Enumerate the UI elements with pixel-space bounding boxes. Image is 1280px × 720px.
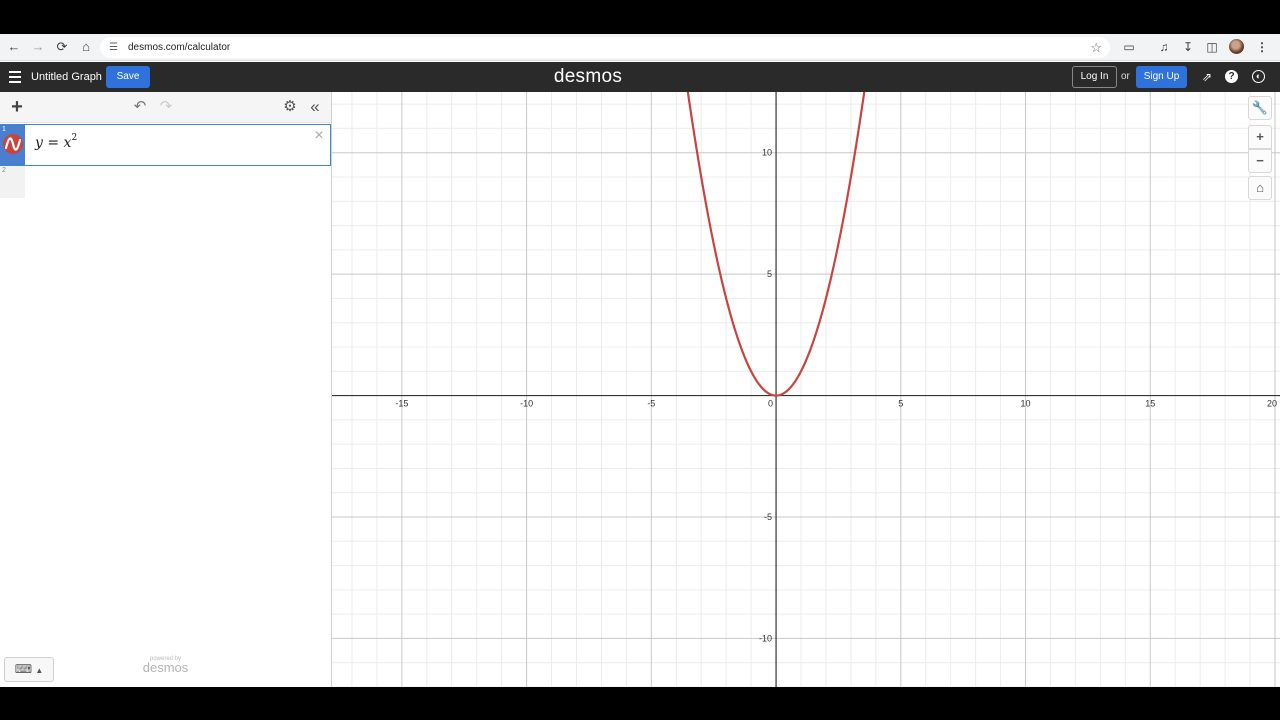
caret-up-icon: ▲ (35, 666, 44, 675)
undo-icon[interactable]: ↶ (132, 99, 148, 115)
x-tick-label: 20 (1267, 399, 1277, 409)
powered-by-desmos[interactable]: powered by desmos (138, 656, 193, 674)
address-bar[interactable]: ☰ desmos.com/calculator ☆ (100, 37, 1110, 58)
collapse-panel-icon[interactable]: « (307, 98, 323, 115)
forward-icon[interactable]: → (29, 38, 47, 56)
zoom-out-icon[interactable]: − (1248, 149, 1272, 173)
reload-icon[interactable]: ⟳ (53, 38, 71, 56)
x-tick-label: -10 (520, 399, 533, 409)
default-viewport-home-icon[interactable]: ⌂ (1248, 176, 1272, 200)
delete-expression-icon[interactable]: × (312, 128, 326, 144)
graph-title[interactable]: Untitled Graph (31, 62, 102, 92)
keyboard-toggle-button[interactable]: ⌨ ▲ (4, 657, 54, 682)
home-icon[interactable]: ⌂ (77, 38, 95, 56)
x-tick-label: -5 (647, 399, 655, 409)
expression-gutter: 2 (0, 166, 25, 198)
screen-frame: ← → ⟳ ⌂ ☰ desmos.com/calculator ☆ ▭ ♫ ↧ … (0, 34, 1280, 687)
help-icon[interactable]: ? (1225, 70, 1238, 83)
add-item-icon[interactable]: + (8, 97, 26, 117)
language-globe-icon[interactable]: ◐ (1252, 70, 1265, 83)
redo-icon[interactable]: ↷ (158, 99, 174, 115)
graph-area[interactable]: -15 -10 -5 0 5 10 15 20 10 5 -5 -10 🔧 + − ⌂ (332, 91, 1280, 687)
expression-panel: + ↶ ↷ ⚙ « 1 y = x2 × 2 ⌨ ▲ powered by de… (0, 92, 332, 687)
share-icon[interactable]: ⇗ (1199, 69, 1215, 85)
x-tick-label: -15 (395, 399, 408, 409)
expression-exponent: 2 (71, 133, 78, 143)
desmos-logo: desmos (553, 66, 623, 87)
download-icon[interactable]: ↧ (1179, 38, 1197, 56)
desmos-header: Untitled Graph Save desmos Log In or Sig… (0, 62, 1280, 92)
browser-toolbar: ← → ⟳ ⌂ ☰ desmos.com/calculator ☆ ▭ ♫ ↧ … (0, 34, 1280, 61)
media-icon[interactable]: ♫ (1155, 38, 1173, 56)
signup-button[interactable]: Sign Up (1136, 66, 1187, 88)
x-tick-label: 10 (1021, 399, 1031, 409)
url-text[interactable]: desmos.com/calculator (128, 37, 230, 58)
expression-toolbar: + ↶ ↷ ⚙ « (0, 92, 331, 123)
y-tick-label: -5 (764, 512, 772, 522)
back-icon[interactable]: ← (5, 38, 23, 56)
expression-input[interactable]: y = x2 (35, 133, 78, 151)
graph-visibility-icon[interactable] (3, 134, 23, 154)
site-info-icon[interactable]: ☰ (109, 37, 118, 58)
profile-avatar[interactable] (1229, 39, 1244, 54)
menu-icon[interactable]: ⋮ (1253, 38, 1271, 56)
graph-canvas[interactable]: -15 -10 -5 0 5 10 15 20 10 5 -5 -10 (332, 91, 1280, 687)
sidepanel-icon[interactable]: ◫ (1203, 38, 1221, 56)
y-tick-label: 10 (762, 148, 772, 158)
x-tick-label: 0 (768, 399, 773, 409)
expression-item-2[interactable]: 2 (0, 166, 331, 198)
bookmark-star-icon[interactable]: ☆ (1090, 37, 1102, 58)
save-button[interactable]: Save (106, 66, 150, 88)
expression-index: 1 (2, 126, 6, 133)
keyboard-icon: ⌨ (14, 662, 33, 676)
expression-index: 2 (2, 167, 6, 174)
expression-item-1[interactable]: 1 y = x2 × (0, 124, 331, 166)
login-button[interactable]: Log In (1072, 66, 1117, 88)
extensions-icon[interactable]: ▭ (1120, 38, 1138, 56)
powered-by-brand: desmos (142, 660, 189, 675)
hamburger-menu-icon[interactable] (9, 71, 21, 83)
settings-gear-icon[interactable]: ⚙ (282, 99, 298, 115)
expression-gutter: 1 (0, 125, 25, 165)
x-tick-label: 5 (898, 399, 903, 409)
expression-latex: y = x (35, 135, 72, 151)
y-tick-label: -10 (759, 633, 772, 643)
zoom-in-icon[interactable]: + (1248, 125, 1272, 149)
y-tick-label: 5 (767, 269, 772, 279)
or-label: or (1121, 71, 1130, 82)
graph-settings-wrench-icon[interactable]: 🔧 (1248, 96, 1272, 120)
x-tick-label: 15 (1145, 399, 1155, 409)
